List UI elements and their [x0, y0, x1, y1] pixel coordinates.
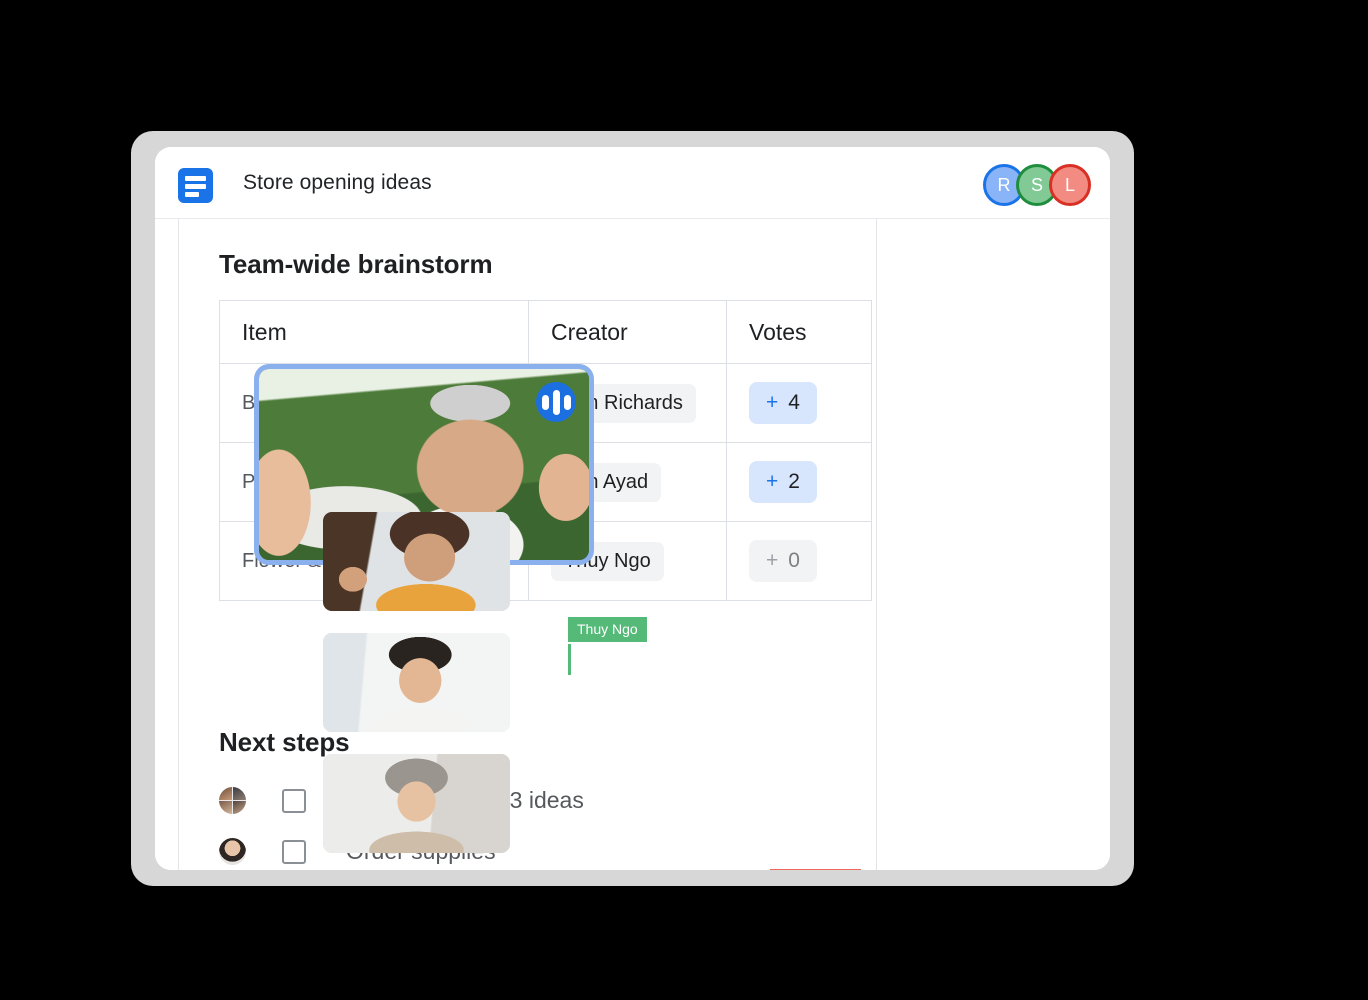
- document-title[interactable]: Store opening ideas: [243, 147, 432, 218]
- plus-icon: +: [766, 470, 779, 493]
- table-header-row: Item Creator Votes: [219, 300, 872, 364]
- vote-count: 0: [788, 549, 800, 572]
- vote-count: 2: [788, 470, 800, 493]
- collaborator-cursor-caret-thuy: [568, 644, 571, 675]
- document-icon[interactable]: [178, 168, 213, 203]
- brainstorm-heading: Team-wide brainstorm: [219, 249, 493, 279]
- person-avatar[interactable]: [219, 838, 246, 865]
- vote-button[interactable]: + 2: [749, 461, 817, 503]
- task-checkbox[interactable]: [282, 839, 306, 864]
- vote-button[interactable]: + 4: [749, 382, 817, 424]
- presence-avatar-stack: R S L: [983, 164, 1091, 206]
- plus-icon: +: [766, 549, 779, 572]
- list-item: Choose our top 3 ideas: [219, 775, 859, 826]
- column-header-item: Item: [219, 300, 529, 364]
- list-item: Order supplies: [219, 826, 859, 870]
- presence-avatar-l[interactable]: L: [1049, 164, 1091, 206]
- document-header: Store opening ideas R S L: [155, 147, 1110, 218]
- participant-thumbnail-3[interactable]: [323, 754, 510, 853]
- plus-icon: +: [766, 391, 779, 414]
- group-avatar[interactable]: [219, 787, 246, 814]
- votes-cell: + 2: [726, 442, 872, 522]
- task-list: Choose our top 3 ideas Order supplies: [219, 775, 859, 870]
- video-call-panel: [877, 291, 1110, 870]
- collaborator-cursor-label-thuy: Thuy Ngo: [568, 617, 647, 642]
- task-checkbox[interactable]: [282, 788, 306, 813]
- document-body: Team-wide brainstorm Item Creator Votes …: [155, 219, 1110, 870]
- app-window: Store opening ideas R S L Team-wide brai…: [155, 147, 1110, 870]
- vote-count: 4: [788, 391, 800, 414]
- vote-button[interactable]: + 0: [749, 540, 817, 582]
- votes-cell: + 0: [726, 521, 872, 601]
- participant-thumbnail-1[interactable]: [323, 512, 510, 611]
- participant-thumbnail-2[interactable]: [323, 633, 510, 732]
- left-rail-divider: [178, 219, 179, 870]
- votes-cell: + 4: [726, 363, 872, 443]
- speaking-indicator-icon: [536, 382, 576, 422]
- column-header-creator: Creator: [528, 300, 727, 364]
- column-header-votes: Votes: [726, 300, 872, 364]
